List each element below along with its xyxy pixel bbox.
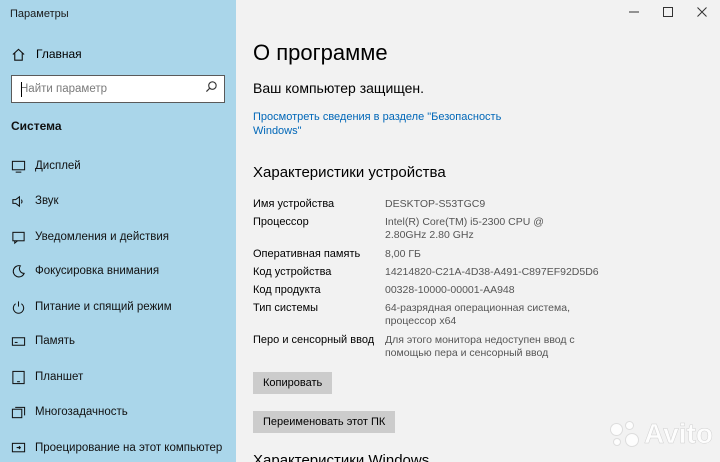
minimize-button[interactable]: [622, 4, 646, 22]
close-button[interactable]: [690, 4, 714, 22]
search-icon[interactable]: [205, 80, 218, 98]
spec-label: Код устройства: [253, 266, 332, 278]
sidebar-item-label: Уведомления и действия: [35, 231, 170, 243]
sidebar-item-label: Звук: [35, 195, 59, 207]
spec-label: Оперативная память: [253, 248, 361, 260]
tablet-icon: [10, 369, 26, 385]
security-link[interactable]: Просмотреть сведения в разделе "Безопасн…: [253, 110, 513, 138]
avito-watermark: Avito: [610, 418, 713, 450]
spec-label: Тип системы: [253, 302, 319, 314]
sidebar-item-label: Планшет: [35, 371, 84, 383]
sidebar: Параметры Главная Найти параметр Система…: [0, 0, 236, 462]
storage-icon: [10, 333, 26, 349]
protected-status: Ваш компьютер защищен.: [253, 80, 425, 96]
spec-label: Имя устройства: [253, 198, 335, 210]
spec-value: 14214820-C21A-4D38-A491-C897EF92D5D6: [385, 266, 599, 278]
sidebar-item-multitasking[interactable]: Многозадачность: [10, 402, 128, 422]
text-caret: [21, 82, 22, 97]
sidebar-item-tablet[interactable]: Планшет: [10, 367, 83, 387]
focus-assist-icon: [10, 263, 26, 279]
spec-value: Intel(R) Core(TM) i5-2300 CPU @ 2.80GHz …: [385, 216, 544, 241]
display-icon: [10, 158, 26, 174]
sidebar-item-notifications[interactable]: Уведомления и действия: [10, 227, 169, 247]
specs-heading: Характеристики устройства: [253, 164, 446, 181]
sidebar-item-projecting[interactable]: Проецирование на этот компьютер: [10, 438, 222, 458]
close-icon: [697, 4, 707, 22]
sound-icon: [10, 193, 26, 209]
spec-value: 64-разрядная операционная система, проце…: [385, 302, 571, 327]
main-content: О программе Ваш компьютер защищен. Просм…: [236, 0, 720, 462]
sidebar-item-power[interactable]: Питание и спящий режим: [10, 297, 172, 317]
home-icon: [10, 46, 26, 62]
spec-label: Перо и сенсорный ввод: [253, 334, 375, 346]
home-label: Главная: [36, 47, 82, 61]
sidebar-item-label: Память: [35, 335, 76, 347]
avito-logo-icon: [610, 421, 640, 447]
notifications-icon: [10, 229, 26, 245]
power-icon: [10, 299, 26, 315]
sidebar-item-label: Питание и спящий режим: [35, 301, 172, 313]
search-input[interactable]: Найти параметр: [11, 75, 225, 103]
spec-value: DESKTOP-S53TGC9: [385, 198, 486, 210]
home-nav-item[interactable]: Главная: [10, 44, 82, 64]
spec-value: 00328-10000-00001-AA948: [385, 284, 515, 296]
app-title: Параметры: [10, 8, 69, 20]
section-heading-system: Система: [11, 119, 62, 133]
sidebar-item-label: Проецирование на этот компьютер: [35, 442, 223, 454]
sidebar-item-sound[interactable]: Звук: [10, 191, 59, 211]
rename-pc-button[interactable]: Переименовать этот ПК: [253, 411, 396, 433]
sidebar-item-label: Многозадачность: [35, 406, 128, 418]
windows-specs-heading: Характеристики Windows: [253, 452, 430, 462]
sidebar-item-label: Фокусировка внимания: [35, 265, 160, 277]
multitasking-icon: [10, 404, 26, 420]
sidebar-item-focus-assist[interactable]: Фокусировка внимания: [10, 261, 159, 281]
page-title: О программе: [253, 40, 388, 65]
sidebar-item-storage[interactable]: Память: [10, 331, 75, 351]
spec-label: Процессор: [253, 216, 309, 228]
spec-value: 8,00 ГБ: [385, 248, 421, 260]
sidebar-item-display[interactable]: Дисплей: [10, 156, 81, 176]
spec-label: Код продукта: [253, 284, 321, 296]
sidebar-item-label: Дисплей: [35, 160, 81, 172]
maximize-button[interactable]: [656, 4, 680, 22]
search-placeholder: Найти параметр: [20, 83, 108, 95]
copy-button[interactable]: Копировать: [253, 372, 333, 394]
minimize-icon: [629, 4, 639, 22]
projecting-icon: [10, 440, 26, 456]
maximize-icon: [663, 4, 673, 22]
spec-value: Для этого монитора недоступен ввод с пом…: [385, 334, 575, 359]
avito-wordmark: Avito: [644, 418, 713, 450]
